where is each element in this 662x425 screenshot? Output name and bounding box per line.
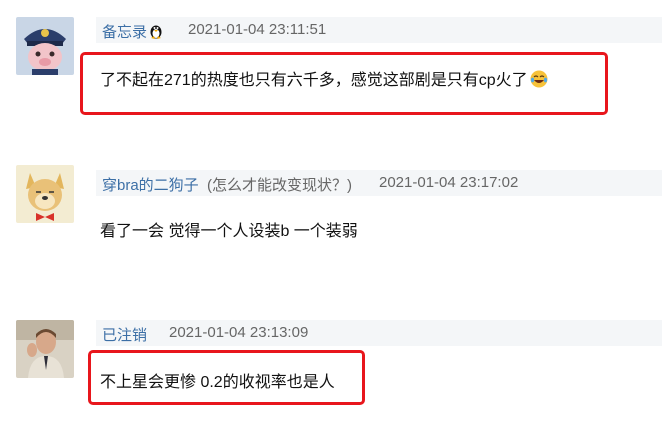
police-pig-avatar-icon [16, 17, 74, 75]
comment-text: 看了一会 觉得一个人设装b 一个装弱 [100, 223, 358, 240]
avatar[interactable] [16, 320, 74, 378]
clipped-previous-content [100, 0, 220, 4]
username-text[interactable]: 备忘录 [102, 24, 147, 41]
comment-meta-bar: 备忘录 2021-01-04 23:11:51 [96, 17, 662, 43]
username-link[interactable]: 已注销 [102, 324, 147, 345]
highlight-box [88, 350, 365, 405]
doge-avatar-icon [16, 165, 74, 223]
user-signature: (怎么才能改变现状？) [207, 177, 352, 194]
comment-timestamp: 2021-01-04 23:17:02 [379, 174, 519, 191]
comment-meta-bar: 已注销 2021-01-04 23:13:09 [96, 320, 662, 346]
avatar[interactable] [16, 165, 74, 223]
man-photo-avatar-icon [16, 320, 74, 378]
comment-meta-bar: 穿bra的二狗子 (怎么才能改变现状？) 2021-01-04 23:17:02 [96, 170, 662, 196]
username-link[interactable]: 备忘录 [102, 21, 163, 42]
comment-timestamp: 2021-01-04 23:11:51 [188, 21, 327, 38]
penguin-icon [150, 25, 162, 39]
avatar[interactable] [16, 17, 74, 75]
highlight-box [80, 52, 608, 115]
comment-timestamp: 2021-01-04 23:13:09 [169, 324, 309, 341]
username-link[interactable]: 穿bra的二狗子 [102, 174, 199, 195]
